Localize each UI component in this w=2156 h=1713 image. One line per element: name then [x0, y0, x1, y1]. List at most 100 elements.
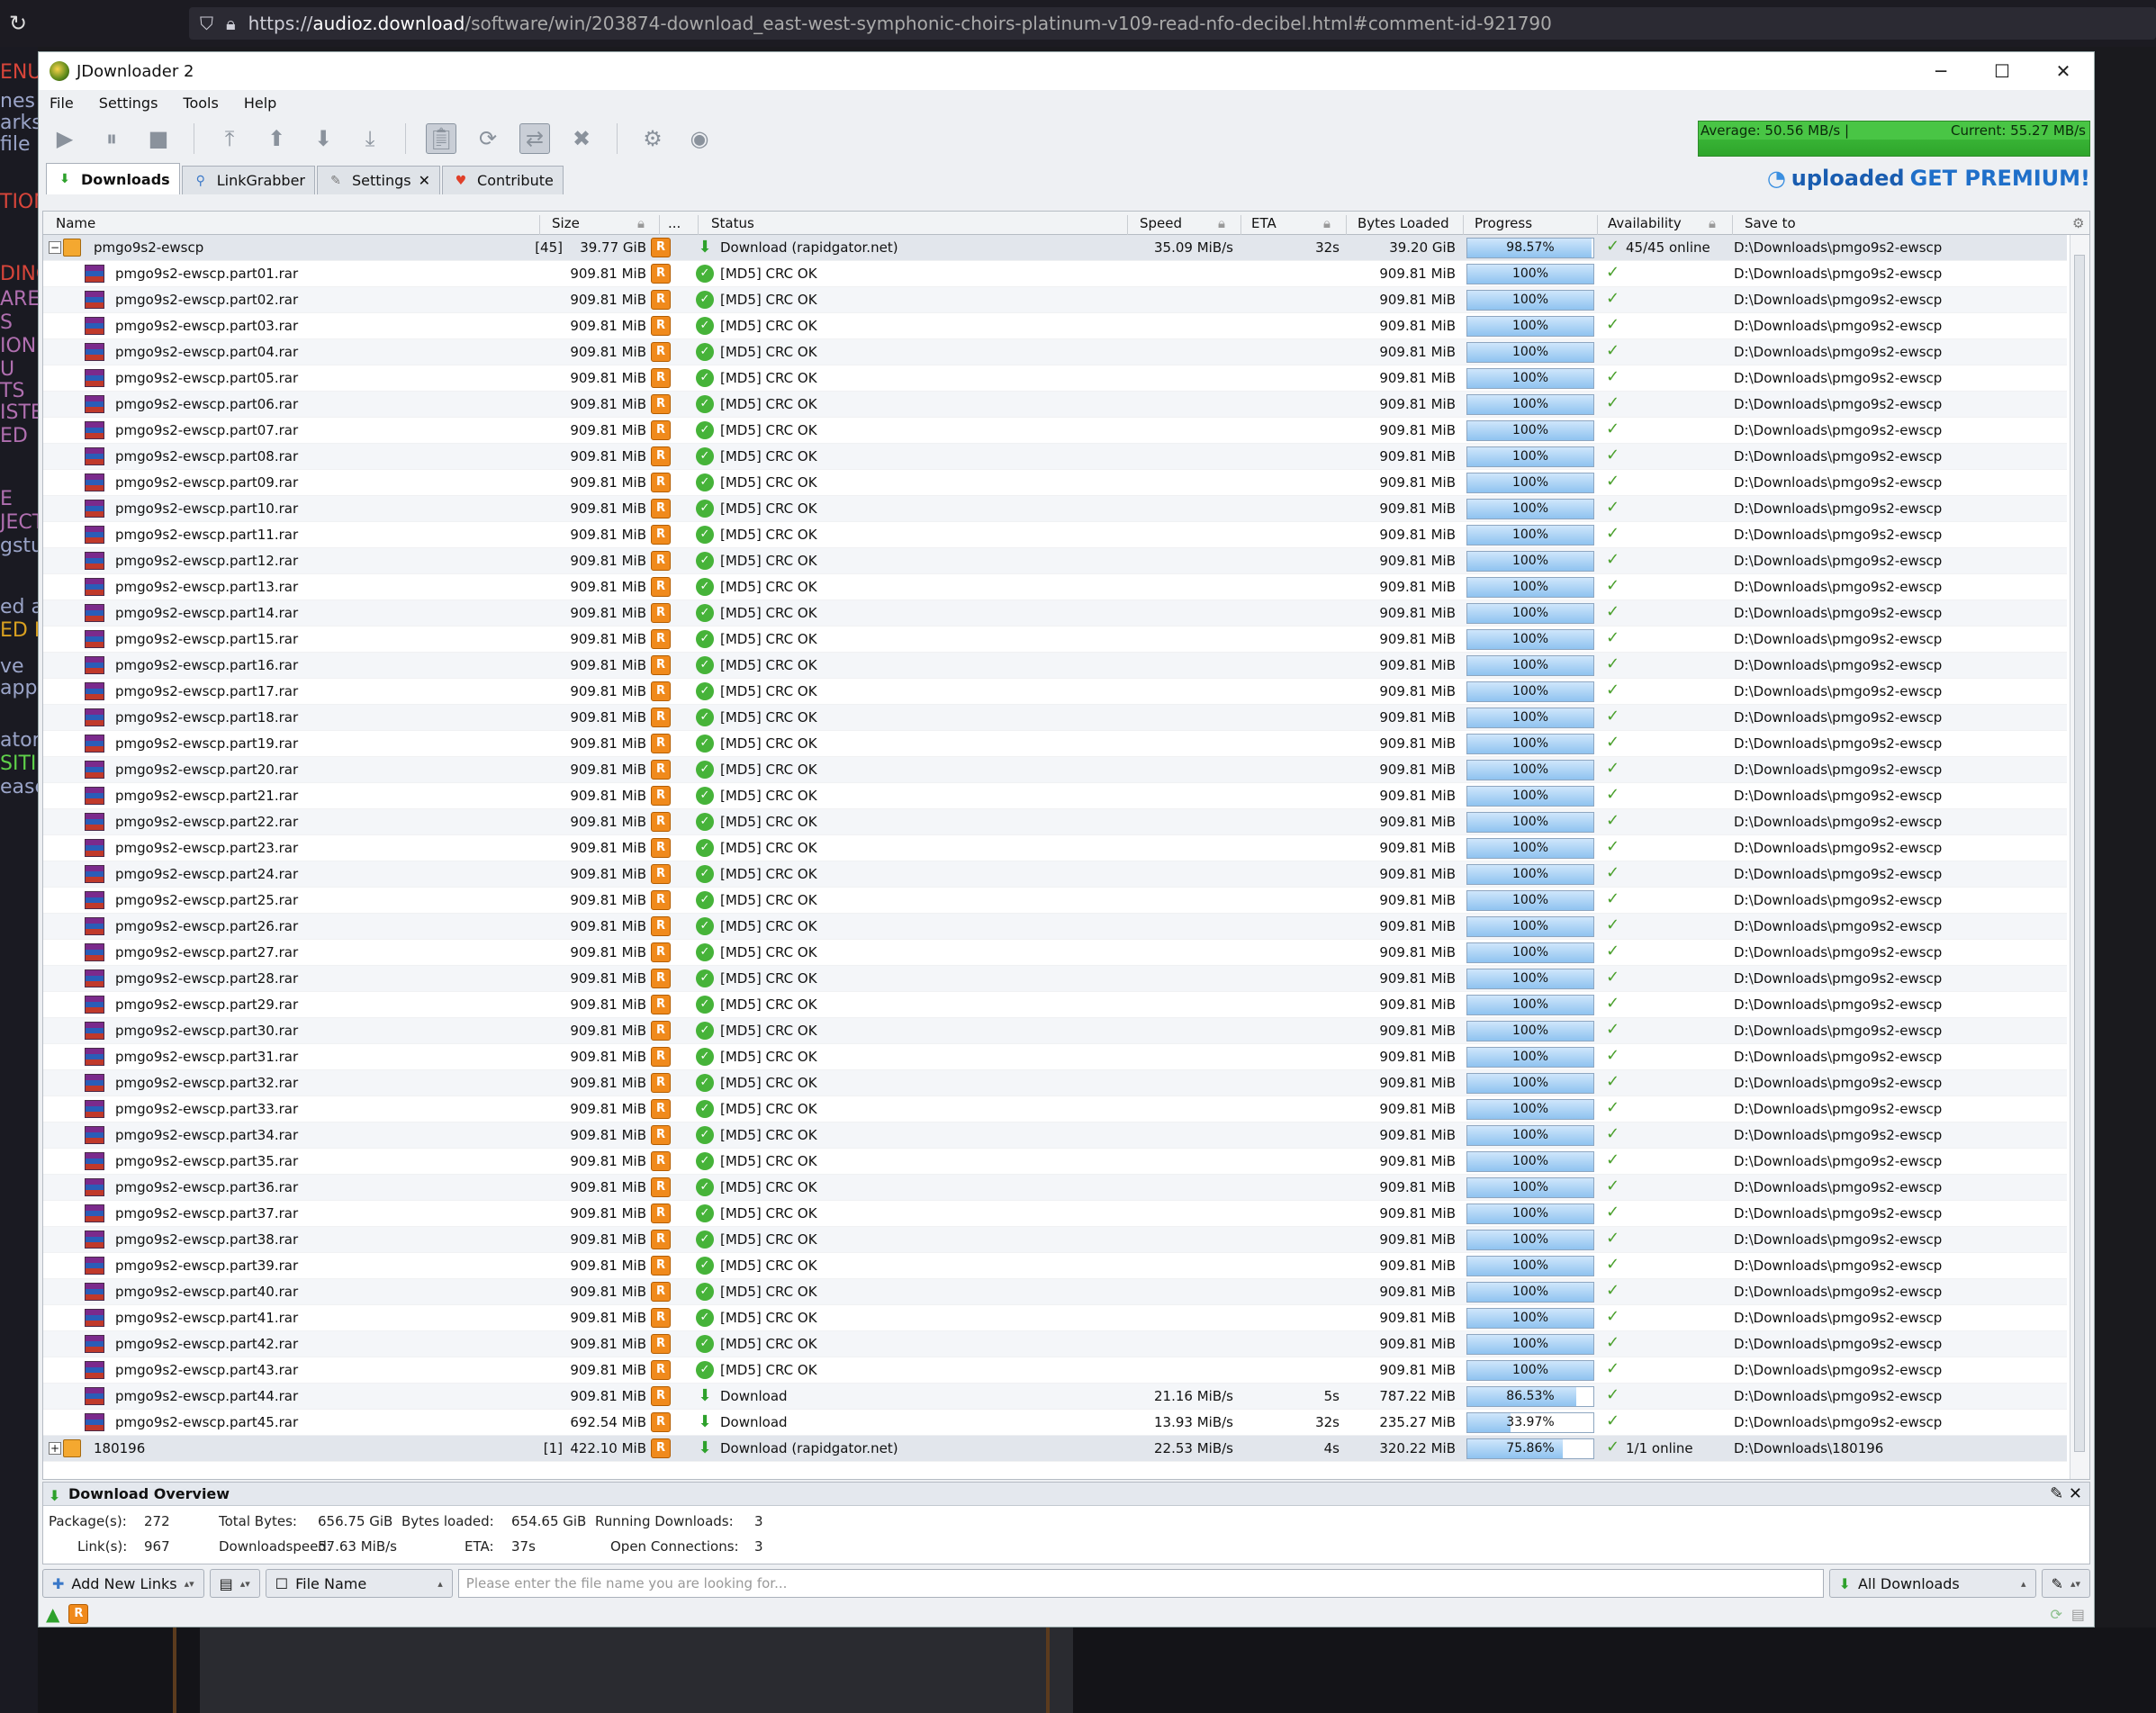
lock-icon[interactable]: 🔒︎: [1323, 215, 1331, 231]
file-row[interactable]: pmgo9s2-ewscp.part23.rar 909.81 MiB R ✓ [MD5…: [43, 835, 2067, 861]
close-tab-icon[interactable]: ✕: [419, 172, 430, 189]
file-row[interactable]: pmgo9s2-ewscp.part18.rar 909.81 MiB R ✓ [MD5…: [43, 705, 2067, 731]
search-input[interactable]: Please enter the file name you are looki…: [457, 1569, 1824, 1598]
expand-toggle[interactable]: +: [49, 1442, 61, 1455]
file-row[interactable]: pmgo9s2-ewscp.part01.rar 909.81 MiB R ✓ [MD5…: [43, 261, 2067, 287]
lock-icon[interactable]: 🔒︎: [637, 215, 645, 231]
close-button[interactable]: ✕: [2033, 52, 2094, 90]
file-row[interactable]: pmgo9s2-ewscp.part09.rar 909.81 MiB R ✓ [MD5…: [43, 470, 2067, 496]
update-button[interactable]: ⚙: [637, 123, 668, 154]
file-row[interactable]: pmgo9s2-ewscp.part22.rar 909.81 MiB R ✓ [MD5…: [43, 809, 2067, 835]
menu-settings[interactable]: Settings: [99, 95, 158, 112]
address-bar[interactable]: ⛉ 🔒︎ https://audioz.download/software/wi…: [189, 7, 2156, 40]
file-row[interactable]: pmgo9s2-ewscp.part25.rar 909.81 MiB R ✓ [MD5…: [43, 888, 2067, 914]
file-row[interactable]: pmgo9s2-ewscp.part41.rar 909.81 MiB R ✓ [MD5…: [43, 1305, 2067, 1331]
view-select[interactable]: ⬇ All Downloads ▴: [1828, 1569, 2036, 1598]
google-drive-icon[interactable]: ▲: [46, 1603, 59, 1625]
file-row[interactable]: pmgo9s2-ewscp.part05.rar 909.81 MiB R ✓ [MD5…: [43, 365, 2067, 392]
column-eta[interactable]: ETA: [1251, 215, 1276, 231]
file-row[interactable]: pmgo9s2-ewscp.part06.rar 909.81 MiB R ✓ [MD5…: [43, 392, 2067, 418]
file-row[interactable]: pmgo9s2-ewscp.part30.rar 909.81 MiB R ✓ [MD5…: [43, 1018, 2067, 1044]
file-row[interactable]: pmgo9s2-ewscp.part40.rar 909.81 MiB R ✓ [MD5…: [43, 1279, 2067, 1305]
file-row[interactable]: pmgo9s2-ewscp.part21.rar 909.81 MiB R ✓ [MD5…: [43, 783, 2067, 809]
dropdown-arrow-icon[interactable]: ▴▾: [185, 1578, 194, 1590]
maximize-button[interactable]: ☐: [1971, 52, 2033, 90]
vertical-scrollbar[interactable]: [2070, 235, 2089, 1479]
reload-icon[interactable]: ↻: [0, 11, 36, 36]
file-row[interactable]: pmgo9s2-ewscp.part36.rar 909.81 MiB R ✓ [MD5…: [43, 1175, 2067, 1201]
file-row[interactable]: pmgo9s2-ewscp.part24.rar 909.81 MiB R ✓ [MD5…: [43, 861, 2067, 888]
file-row[interactable]: pmgo9s2-ewscp.part07.rar 909.81 MiB R ✓ [MD5…: [43, 418, 2067, 444]
move-to-bottom-button[interactable]: ⤓: [355, 123, 385, 154]
auto-reconnect-toggle[interactable]: ⇄: [519, 123, 550, 154]
file-row[interactable]: pmgo9s2-ewscp.part04.rar 909.81 MiB R ✓ [MD5…: [43, 339, 2067, 365]
file-row[interactable]: pmgo9s2-ewscp.part42.rar 909.81 MiB R ✓ [MD5…: [43, 1331, 2067, 1357]
rapidgator-icon[interactable]: R: [68, 1604, 89, 1624]
package-row[interactable]: +180196 [1] 422.10 MiB R ⬇ Download (rapidgat…: [43, 1436, 2067, 1462]
tab-settings[interactable]: ✎ Settings ✕: [316, 166, 441, 194]
file-row[interactable]: pmgo9s2-ewscp.part11.rar 909.81 MiB R ✓ [MD5…: [43, 522, 2067, 548]
reconnect-button[interactable]: ⟳: [473, 123, 503, 154]
start-downloads-button[interactable]: ▶: [50, 123, 80, 154]
tab-downloads[interactable]: ⬇ Downloads: [46, 163, 180, 194]
close-overview-icon[interactable]: ✎ ✕: [2050, 1483, 2082, 1506]
column-status[interactable]: Status: [711, 215, 754, 231]
stop-downloads-button[interactable]: ■: [143, 123, 174, 154]
column-hoster[interactable]: ...: [668, 215, 681, 231]
add-new-links-button[interactable]: ✚ Add New Links ▴▾: [42, 1569, 204, 1598]
move-to-top-button[interactable]: ⤒: [214, 123, 245, 154]
lock-icon[interactable]: 🔒︎: [1709, 215, 1716, 231]
silent-mode-toggle[interactable]: ✖: [566, 123, 597, 154]
column-availability[interactable]: Availability: [1608, 215, 1682, 231]
expand-toggle[interactable]: −: [49, 241, 61, 254]
file-row[interactable]: pmgo9s2-ewscp.part34.rar 909.81 MiB R ✓ [MD5…: [43, 1122, 2067, 1149]
move-up-button[interactable]: ⬆: [261, 123, 292, 154]
lock-icon[interactable]: 🔒︎: [1218, 215, 1225, 231]
file-row[interactable]: pmgo9s2-ewscp.part14.rar 909.81 MiB R ✓ [MD5…: [43, 600, 2067, 627]
file-row[interactable]: pmgo9s2-ewscp.part16.rar 909.81 MiB R ✓ [MD5…: [43, 653, 2067, 679]
search-field-select[interactable]: ☐ File Name ▴: [265, 1569, 453, 1598]
column-bytes-loaded[interactable]: Bytes Loaded: [1358, 215, 1449, 231]
file-row[interactable]: pmgo9s2-ewscp.part17.rar 909.81 MiB R ✓ [MD5…: [43, 679, 2067, 705]
quick-settings-button[interactable]: ✎ ▴▾: [2041, 1569, 2090, 1598]
clipboard-observer-toggle[interactable]: 📋︎: [426, 123, 456, 154]
file-row[interactable]: pmgo9s2-ewscp.part02.rar 909.81 MiB R ✓ [MD5…: [43, 287, 2067, 313]
file-row[interactable]: pmgo9s2-ewscp.part20.rar 909.81 MiB R ✓ [MD5…: [43, 757, 2067, 783]
column-progress[interactable]: Progress: [1475, 215, 1532, 231]
file-row[interactable]: pmgo9s2-ewscp.part44.rar 909.81 MiB R ⬇ Down…: [43, 1384, 2067, 1410]
file-row[interactable]: pmgo9s2-ewscp.part26.rar 909.81 MiB R ✓ [MD5…: [43, 914, 2067, 940]
file-row[interactable]: pmgo9s2-ewscp.part15.rar 909.81 MiB R ✓ [MD5…: [43, 627, 2067, 653]
file-row[interactable]: pmgo9s2-ewscp.part27.rar 909.81 MiB R ✓ [MD5…: [43, 940, 2067, 966]
pause-downloads-button[interactable]: ⏸: [96, 123, 127, 154]
tab-contribute[interactable]: ♥ Contribute: [442, 166, 564, 194]
file-row[interactable]: pmgo9s2-ewscp.part12.rar 909.81 MiB R ✓ [MD5…: [43, 548, 2067, 574]
package-row[interactable]: − pmgo9s2-ewscp [45] 39.77 GiB R ⬇ Download (r…: [43, 235, 2067, 261]
file-row[interactable]: pmgo9s2-ewscp.part39.rar 909.81 MiB R ✓ [MD5…: [43, 1253, 2067, 1279]
move-down-button[interactable]: ⬇: [308, 123, 338, 154]
premium-banner[interactable]: ◔ uploaded GET PREMIUM!: [1767, 166, 2090, 191]
file-row[interactable]: pmgo9s2-ewscp.part32.rar 909.81 MiB R ✓ [MD5…: [43, 1070, 2067, 1096]
file-row[interactable]: pmgo9s2-ewscp.part38.rar 909.81 MiB R ✓ [MD5…: [43, 1227, 2067, 1253]
menu-file[interactable]: File: [50, 95, 74, 112]
file-row[interactable]: pmgo9s2-ewscp.part10.rar 909.81 MiB R ✓ [MD5…: [43, 496, 2067, 522]
list-icon[interactable]: ▤: [2071, 1606, 2085, 1623]
menu-tools[interactable]: Tools: [183, 95, 218, 112]
column-settings-icon[interactable]: ⚙: [2072, 215, 2084, 231]
file-row[interactable]: pmgo9s2-ewscp.part13.rar 909.81 MiB R ✓ [MD5…: [43, 574, 2067, 600]
refresh-icon[interactable]: ⟳: [2050, 1606, 2061, 1623]
file-row[interactable]: pmgo9s2-ewscp.part37.rar 909.81 MiB R ✓ [MD5…: [43, 1201, 2067, 1227]
view-options-button[interactable]: ▤ ▴▾: [209, 1569, 260, 1598]
menu-help[interactable]: Help: [244, 95, 276, 112]
column-name[interactable]: Name: [56, 215, 95, 231]
file-row[interactable]: pmgo9s2-ewscp.part29.rar 909.81 MiB R ✓ [MD5…: [43, 992, 2067, 1018]
file-row[interactable]: pmgo9s2-ewscp.part19.rar 909.81 MiB R ✓ [MD5…: [43, 731, 2067, 757]
file-row[interactable]: pmgo9s2-ewscp.part43.rar 909.81 MiB R ✓ [MD5…: [43, 1357, 2067, 1384]
file-row[interactable]: pmgo9s2-ewscp.part28.rar 909.81 MiB R ✓ [MD5…: [43, 966, 2067, 992]
column-speed[interactable]: Speed: [1140, 215, 1182, 231]
file-row[interactable]: pmgo9s2-ewscp.part45.rar 692.54 MiB R ⬇ Down…: [43, 1410, 2067, 1436]
column-save-to[interactable]: Save to: [1745, 215, 1796, 231]
file-row[interactable]: pmgo9s2-ewscp.part33.rar 909.81 MiB R ✓ [MD5…: [43, 1096, 2067, 1122]
premium-toggle-button[interactable]: ◉: [684, 123, 715, 154]
file-row[interactable]: pmgo9s2-ewscp.part03.rar 909.81 MiB R ✓ [MD5…: [43, 313, 2067, 339]
tab-linkgrabber[interactable]: ⚲ LinkGrabber: [181, 166, 315, 194]
